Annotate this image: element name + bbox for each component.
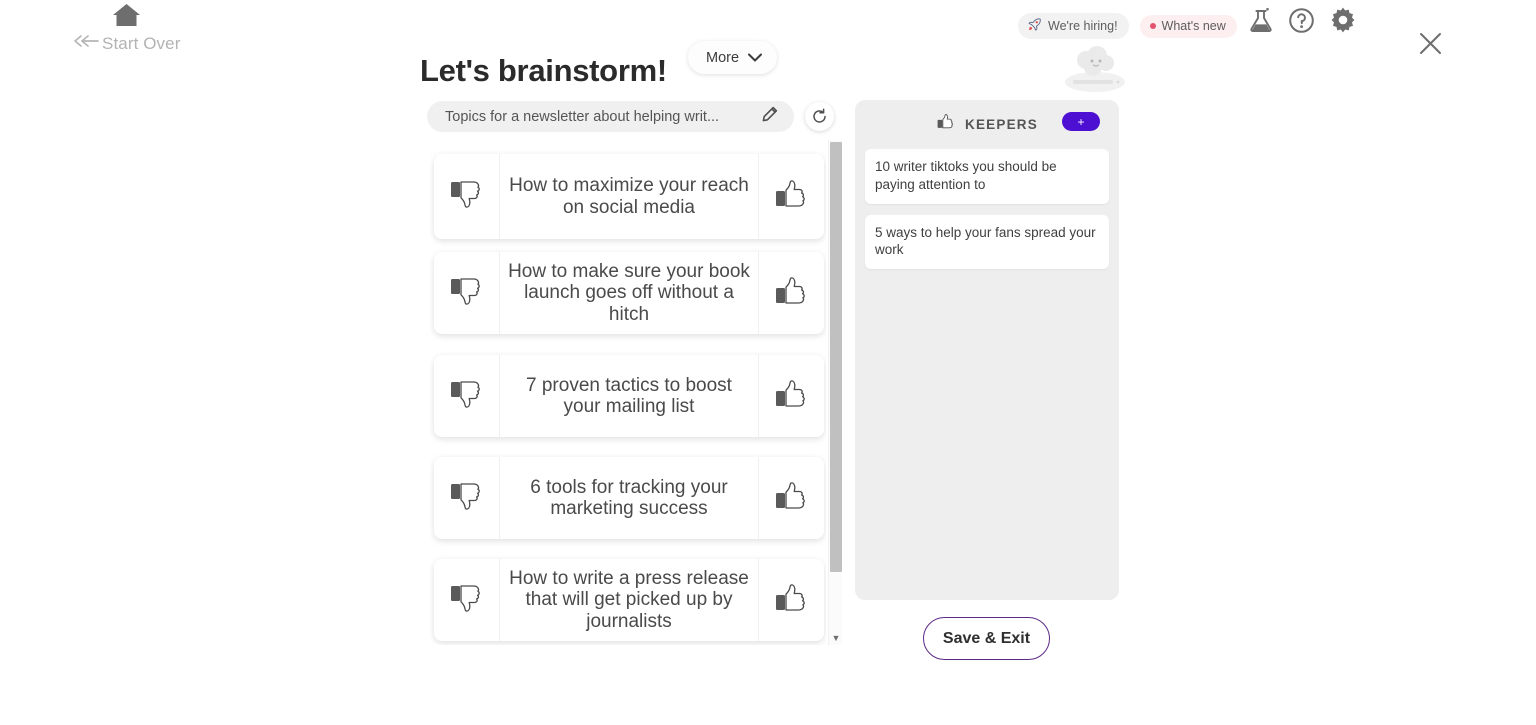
close-icon[interactable]	[1417, 30, 1444, 62]
red-dot-icon	[1149, 22, 1156, 29]
question-circle-icon[interactable]	[1288, 7, 1315, 34]
thumbs-down-icon	[448, 376, 486, 417]
rocket-icon	[1028, 17, 1042, 34]
thumbs-down-button[interactable]	[434, 154, 500, 239]
idea-card-text: 6 tools for tracking your marketing succ…	[530, 476, 728, 519]
thumbs-down-icon	[448, 580, 486, 621]
save-and-exit-button[interactable]: Save & Exit	[923, 617, 1050, 660]
idea-list: How to maximize your reach on social med…	[430, 140, 826, 645]
idea-card-text: How to write a press release that will g…	[509, 568, 749, 632]
thumbs-down-button[interactable]	[434, 559, 500, 641]
thumbs-up-icon	[936, 112, 956, 136]
thumbs-down-button[interactable]	[434, 355, 500, 437]
thumbs-up-icon	[773, 376, 811, 417]
gear-icon[interactable]	[1329, 6, 1357, 34]
idea-card[interactable]: How to make sure your book launch goes o…	[434, 252, 824, 334]
idea-card-text: How to make sure your book launch goes o…	[508, 261, 750, 325]
topic-input-value: Topics for a newsletter about helping wr…	[445, 108, 720, 125]
idea-card-text: 7 proven tactics to boost your mailing l…	[526, 374, 732, 417]
double-chevron-left-icon	[72, 33, 100, 54]
thumbs-up-button[interactable]	[758, 355, 824, 437]
thumbs-up-icon	[773, 176, 811, 217]
keepers-list: 10 writer tiktoks you should be paying a…	[865, 149, 1109, 270]
start-over-label: Start Over	[102, 33, 181, 53]
thumbs-down-button[interactable]	[434, 252, 500, 334]
flask-icon[interactable]	[1248, 6, 1274, 34]
whats-new-badge[interactable]: What's new	[1139, 14, 1237, 38]
thumbs-up-button[interactable]	[758, 559, 824, 641]
thumbs-down-button[interactable]	[434, 457, 500, 539]
thumbs-up-icon	[773, 478, 811, 519]
whats-new-label: What's new	[1161, 18, 1226, 33]
add-keeper-button[interactable]: +	[1062, 112, 1100, 131]
more-button-label: More	[706, 49, 740, 66]
idea-card[interactable]: 7 proven tactics to boost your mailing l…	[434, 355, 824, 437]
header-badges: We're hiring! What's new	[1018, 13, 1237, 39]
keepers-panel: KEEPERS + 10 writer tiktoks you should b…	[855, 100, 1119, 600]
keeper-item[interactable]: 10 writer tiktoks you should be paying a…	[865, 149, 1109, 204]
were-hiring-badge[interactable]: We're hiring!	[1018, 13, 1129, 39]
scroll-down-arrow-icon[interactable]: ▼	[829, 634, 843, 643]
thumbs-down-icon	[448, 478, 486, 519]
idea-list-region: How to maximize your reach on social med…	[430, 140, 842, 645]
header-icon-group	[1248, 6, 1357, 34]
pencil-icon[interactable]	[761, 106, 778, 128]
thumbs-up-icon	[773, 580, 811, 621]
refresh-icon[interactable]	[805, 102, 834, 131]
idea-list-scrollbar[interactable]: ▼	[828, 140, 842, 645]
more-button[interactable]: More	[688, 41, 778, 74]
idea-card[interactable]: How to write a press release that will g…	[434, 559, 824, 641]
topic-input[interactable]: Topics for a newsletter about helping wr…	[427, 101, 794, 132]
thumbs-up-button[interactable]	[758, 154, 824, 239]
idea-card[interactable]: How to maximize your reach on social med…	[434, 154, 824, 239]
idea-card-text: How to maximize your reach on social med…	[509, 175, 749, 218]
keepers-header: KEEPERS +	[865, 112, 1109, 136]
thumbs-down-icon	[448, 176, 486, 217]
chevron-down-icon	[748, 50, 763, 66]
home-icon	[111, 2, 142, 32]
thumbs-down-icon	[448, 273, 486, 314]
scrollbar-thumb[interactable]	[830, 142, 842, 572]
thumbs-up-icon	[773, 273, 811, 314]
start-over-button[interactable]: Start Over	[72, 2, 180, 54]
page-title: Let's brainstorm!	[420, 53, 667, 88]
thumbs-up-button[interactable]	[758, 252, 824, 334]
keeper-item[interactable]: 5 ways to help your fans spread your wor…	[865, 214, 1109, 270]
were-hiring-label: We're hiring!	[1048, 18, 1118, 33]
keepers-title: KEEPERS	[965, 116, 1038, 132]
thumbs-up-button[interactable]	[758, 457, 824, 539]
idea-card[interactable]: 6 tools for tracking your marketing succ…	[434, 457, 824, 539]
